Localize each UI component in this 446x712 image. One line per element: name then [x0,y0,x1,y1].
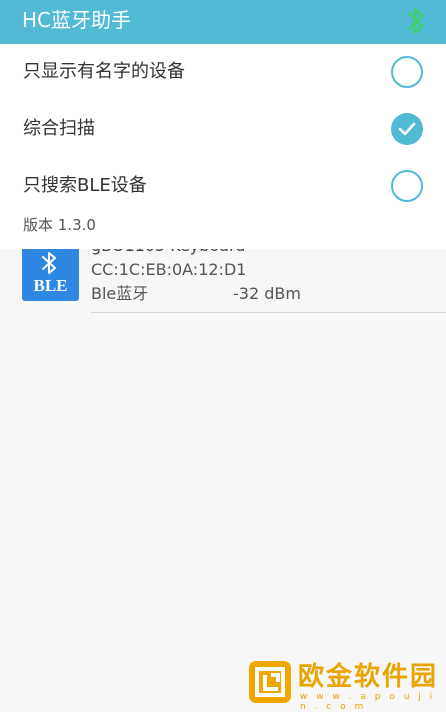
menu-item-ble-only[interactable]: 只搜索BLE设备 [0,158,446,215]
options-menu: 只显示有名字的设备 综合扫描 只搜索BLE设备 版本 1.3.0 [0,44,446,249]
watermark-logo: 欧金软件园 w w w . a p o u j i n . c o m [248,660,440,712]
menu-item-label: 只搜索BLE设备 [23,175,147,196]
menu-item-label: 只显示有名字的设备 [23,61,185,82]
ble-icon-text: BLE [33,276,68,295]
device-mac: CC:1C:EB:0A:12:D1 [91,260,247,279]
ble-device-icon: BLE [22,244,79,301]
unchecked-circle-icon[interactable] [391,170,423,202]
unchecked-circle-icon[interactable] [391,56,423,88]
device-type: Ble蓝牙 [91,284,149,303]
version-label: 版本 1.3.0 [23,216,96,234]
logo-icon [249,661,291,703]
watermark-url: w w w . a p o u j i n . c o m [300,692,436,712]
bluetooth-icon[interactable] [404,4,428,38]
app-bar: HC蓝牙助手 [0,0,446,44]
divider [91,312,446,313]
menu-item-label: 综合扫描 [23,118,95,139]
menu-item-combined-scan[interactable]: 综合扫描 [0,101,446,158]
watermark-text: 欧金软件园 [298,662,439,692]
app-title: HC蓝牙助手 [22,8,132,32]
menu-item-named-only[interactable]: 只显示有名字的设备 [0,44,446,101]
device-rssi: -32 dBm [233,284,301,303]
checked-circle-icon[interactable] [391,113,423,145]
